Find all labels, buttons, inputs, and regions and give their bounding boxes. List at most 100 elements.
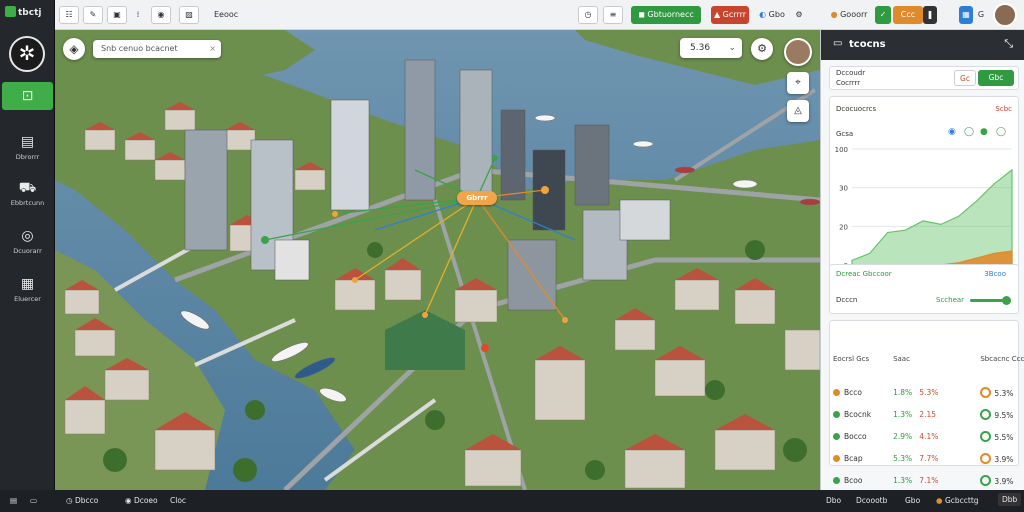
sidebar-item-1[interactable]: ▤ Dbrorrr — [0, 134, 55, 161]
status-item[interactable]: ◷ Dbcco — [66, 496, 98, 505]
status-toggle[interactable]: ● Gooorr — [825, 6, 873, 24]
toggle-card: Dccoudr Cocrrrr Gc Gbc — [829, 66, 1019, 90]
sidebar-toggle-icon[interactable]: ▤ — [10, 496, 17, 505]
status-item[interactable]: ● Gcbccttg — [936, 496, 979, 505]
row-name: Bcap — [844, 453, 863, 463]
row-name-cell: Bocco — [831, 425, 873, 447]
list-icon[interactable]: ≡ — [603, 6, 623, 24]
status-item[interactable]: Dcoootb — [856, 496, 887, 505]
status-dot-icon — [833, 388, 840, 396]
record-button[interactable]: ◼ Gbtuornecc — [631, 6, 701, 24]
status-item[interactable]: Cloc — [170, 496, 186, 505]
company-logo-icon[interactable]: ✲ — [9, 36, 45, 72]
status-item[interactable]: Dbo — [826, 496, 841, 505]
calendar-icon[interactable]: ▦ — [959, 6, 973, 24]
collapse-icon[interactable]: ⤡ — [1004, 37, 1013, 51]
row-values-cell: 1.8% 5.3% — [873, 381, 940, 403]
toolbar-search[interactable]: Eeooc — [207, 6, 277, 24]
status-item-label: Dcoootb — [856, 496, 888, 505]
row-name-cell: Bcco — [831, 381, 873, 403]
row-name: Bcoo — [844, 475, 863, 485]
chart-legend-label: Gcsa — [836, 130, 854, 138]
ctrl-toggle[interactable]: G — [973, 6, 989, 24]
clock-icon[interactable]: ◷ — [578, 6, 598, 24]
row-name: Bocco — [844, 431, 867, 441]
status-badge[interactable]: Dbb — [998, 493, 1022, 506]
row-trend-cell: 5.3% — [940, 381, 1024, 403]
status-dot-icon — [833, 432, 840, 440]
compass-icon[interactable]: ◈ — [63, 38, 85, 60]
layers-icon[interactable]: ☷ — [59, 6, 79, 24]
table-row[interactable]: Bcco 1.8% 5.3% 5.3% — [831, 381, 1024, 403]
column-header: Sbcacnc Ccc Sarcrr — [980, 355, 1024, 363]
close-icon[interactable]: × — [209, 40, 216, 58]
location-icon[interactable]: ◉ — [151, 6, 171, 24]
tag-button[interactable]: Ccc — [893, 6, 923, 24]
row-values-cell: 1.3% 7.1% — [873, 469, 940, 491]
layers-toggle-icon[interactable]: ◬ — [787, 100, 809, 122]
slider-handle[interactable] — [1002, 296, 1011, 305]
toggle-off-button[interactable]: Gc — [954, 70, 976, 86]
location-pin-icon[interactable]: ⌖ — [787, 72, 809, 94]
status-item[interactable]: Gbo — [905, 496, 920, 505]
ctrl-label: G — [977, 10, 985, 19]
check-icon[interactable]: ✓ — [875, 6, 891, 24]
row-v2: 7.7% — [919, 453, 939, 463]
map-search-input[interactable]: Snb cenuo bcacnet × — [93, 40, 221, 58]
settings-gear-icon[interactable]: ⚙ — [751, 38, 773, 60]
legend-green-icon[interactable]: ● — [980, 127, 988, 137]
map-view[interactable]: ◈ Snb cenuo bcacnet × 5.36 ⌄ ⚙ ⌖ ◬ Gbrrr — [55, 30, 820, 490]
top-toolbar: ☷ ✎ ▣ ⁞ ◉ ▨ Eeooc ◷ ≡ ◼ Gbtuornecc ▲ Gcr… — [55, 0, 1024, 30]
status-item[interactable]: ◉ Dcoeo — [125, 496, 158, 505]
row-name: Bcocnk — [844, 409, 872, 419]
sidebar-item-map[interactable]: ⊡ — [2, 82, 53, 110]
brand-logo-icon — [5, 6, 16, 17]
sidebar-item-2[interactable]: ⛟ Ebbrtcunn — [0, 180, 55, 207]
divider-icon: ⁞ — [136, 10, 140, 19]
city-map-scene — [55, 30, 820, 490]
map-icon: ⊡ — [21, 88, 34, 104]
table-row[interactable]: Bcocnk 1.3% 2.15 9.5% — [831, 403, 1024, 425]
image-icon[interactable]: ▨ — [179, 6, 199, 24]
sidebar-item-label: Ebbrtcunn — [10, 199, 45, 207]
pause-icon[interactable]: ❚ — [923, 6, 937, 24]
edit-icon[interactable]: ✎ — [83, 6, 103, 24]
grid-icon[interactable]: ▣ — [107, 6, 127, 24]
app-title: tbctj — [18, 8, 42, 18]
left-sidebar: tbctj ✲ ⊡ ▤ Dbrorrr ⛟ Ebbrtcunn ◎ Dcuora… — [0, 0, 55, 490]
row-v1: 2.9% — [893, 431, 913, 441]
row-values-cell: 1.3% 2.15 — [873, 403, 940, 425]
panel-toggle-icon[interactable]: ▭ — [30, 496, 37, 505]
section-value: Scbc — [995, 105, 1012, 113]
time-selector[interactable]: 5.36 ⌄ — [680, 38, 742, 58]
panel-title: tcocns — [849, 39, 886, 50]
status-item-label: Dcoeo — [133, 496, 158, 505]
progress-ring-icon — [980, 452, 992, 464]
profile-avatar[interactable] — [784, 38, 812, 66]
info-icon[interactable]: ◉ — [948, 127, 956, 137]
alert-button[interactable]: ▲ Gcrrrr — [711, 6, 749, 24]
tag-label: Ccc — [900, 10, 916, 19]
table-row[interactable]: Bcap 5.3% 7.7% 3.9% — [831, 447, 1024, 469]
sidebar-item-label: Dbrorrr — [15, 153, 40, 161]
y-tick-label: 30 — [839, 185, 848, 193]
sidebar-item-3[interactable]: ◎ Dcuorarr — [0, 228, 55, 255]
table-row[interactable]: Bocco 2.9% 4.1% 5.5% — [831, 425, 1024, 447]
user-avatar[interactable] — [993, 3, 1017, 27]
row-v1: 5.3% — [893, 453, 913, 463]
progress-ring-icon — [980, 408, 992, 420]
settings-icon[interactable]: ⚙ — [789, 6, 809, 24]
legend-toggle-icon[interactable]: ◯ — [964, 127, 974, 137]
status-item-label: Gcbccttg — [944, 496, 979, 505]
slider-track[interactable] — [970, 299, 1006, 302]
legend-outline-icon[interactable]: ◯ — [996, 127, 1006, 137]
archive-icon: ▤ — [20, 134, 35, 150]
network-hub-marker[interactable]: Gbrrr — [457, 191, 497, 205]
alert-label: Gcrrrr — [722, 10, 747, 19]
table-row[interactable]: Bcoo 1.3% 7.1% 3.9% — [831, 469, 1024, 491]
sidebar-item-4[interactable]: ▦ Eluercer — [0, 276, 55, 303]
row-v3: 3.9% — [994, 454, 1014, 464]
alert-icon: ▲ — [713, 10, 723, 19]
time-toggle[interactable]: ◐ Gbo — [757, 6, 787, 24]
toggle-on-button[interactable]: Gbc — [978, 70, 1014, 86]
